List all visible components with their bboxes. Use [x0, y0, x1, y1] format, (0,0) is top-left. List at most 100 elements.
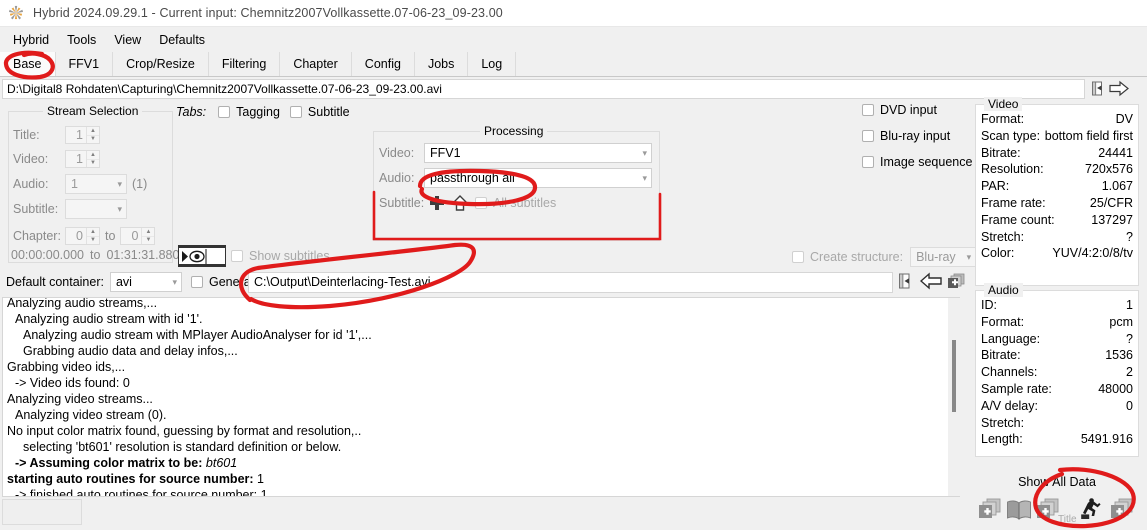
stream-selection-group: Stream Selection Title: 1 ▲ ▼ Video: 1 ▲ ▼… [8, 104, 179, 263]
subtitle-stream-label: Subtitle: [13, 202, 59, 216]
add-copy-icon-bottom[interactable] [978, 497, 1002, 521]
checkbox-bluray-input[interactable]: Blu-ray input [862, 129, 972, 143]
chapter-from-spinner[interactable]: 0 ▲ ▼ [65, 227, 100, 245]
processing-video-value: FFV1 [430, 146, 461, 160]
title-spinner[interactable]: 1 ▲ ▼ [65, 126, 100, 144]
tab-crop-resize[interactable]: Crop/Resize [113, 52, 209, 76]
menu-item-hybrid[interactable]: Hybrid [4, 30, 58, 50]
audio-id-key: ID: [981, 298, 997, 312]
chapter-to-spinner[interactable]: 0 ▲ ▼ [120, 227, 156, 245]
audio-stream-label: Audio: [13, 177, 49, 191]
audio-samplerate-key: Sample rate: [981, 381, 1052, 396]
log-scrollbar[interactable] [948, 298, 960, 496]
create-structure-row: Create structure: Blu-ray ▾ [792, 247, 977, 267]
checkbox-create-structure[interactable]: Create structure: [792, 250, 903, 264]
up-arrow-icon[interactable] [451, 194, 469, 212]
audio-language-value: ? [1126, 331, 1133, 346]
add-copy-icon[interactable] [947, 272, 966, 290]
open-folder-icon[interactable] [1090, 80, 1107, 97]
add-copy-icon-bottom-2[interactable] [1110, 497, 1134, 521]
worker-construction-icon[interactable] [1080, 497, 1106, 521]
input-path-field[interactable]: D:\Digital8 Rohdaten\Capturing\Chemnitz2… [2, 79, 1085, 99]
video-framecount-value: 137297 [1091, 212, 1133, 227]
title-spinner-arrows[interactable]: ▲ ▼ [86, 127, 99, 143]
log-scrollbar-thumb[interactable] [952, 340, 956, 412]
checkbox-show-subtitles[interactable]: Show subtitles [231, 249, 330, 263]
audio-length-key: Length: [981, 432, 1023, 447]
show-all-data-label[interactable]: Show All Data [975, 475, 1139, 489]
audio-info-row: Format: pcm [976, 314, 1138, 331]
video-stream-spinner[interactable]: 1 ▲ ▼ [65, 150, 100, 168]
tab-log[interactable]: Log [468, 52, 517, 76]
log-line-starting-auto: starting auto routines for source number… [7, 471, 955, 487]
video-stream-spinner-arrows[interactable]: ▲ ▼ [86, 151, 99, 167]
chapter-to-arrows[interactable]: ▲ ▼ [141, 228, 155, 244]
checkbox-all-subtitles[interactable]: All subtitles [475, 196, 556, 210]
tab-jobs[interactable]: Jobs [414, 52, 469, 76]
audio-info-row: ID: 1 [976, 297, 1138, 314]
create-structure-combo[interactable]: Blu-ray ▾ [910, 247, 977, 267]
tab-config[interactable]: Config [351, 52, 415, 76]
checkbox-image-sequence-box [862, 156, 874, 168]
subtitle-stream-combo[interactable]: ▾ [65, 199, 127, 219]
menu-item-tools[interactable]: Tools [58, 30, 105, 50]
title-label: Title: [13, 128, 40, 142]
plus-icon[interactable] [428, 194, 446, 212]
video-format-value: DV [1115, 112, 1133, 126]
video-stream-spinner-value: 1 [76, 152, 83, 166]
audio-length-value: 5491.916 [1080, 432, 1133, 447]
checkbox-dvd-input-label: DVD input [880, 103, 937, 117]
open-folder-icon-2[interactable] [897, 272, 915, 290]
checkbox-dvd-input-box [862, 104, 874, 116]
hybrid-pinwheel-icon [8, 5, 24, 21]
add-title-icon[interactable]: Title [1036, 497, 1077, 525]
tab-ffv1[interactable]: FFV1 [55, 52, 114, 76]
checkbox-tagging[interactable]: Tagging [218, 105, 280, 119]
audio-info-row: Stretch: [976, 415, 1138, 432]
checkbox-all-subtitles-box [475, 197, 487, 209]
tab-chapter[interactable]: Chapter [280, 52, 352, 76]
audio-info-row: Bitrate: 1536 [976, 347, 1138, 364]
right-arrow-icon[interactable] [1109, 80, 1129, 97]
subtitle-row: Subtitle: ▾ [13, 199, 127, 219]
processing-title: Processing [480, 124, 548, 138]
checkbox-bluray-input-box [862, 130, 874, 142]
chapter-from-arrows[interactable]: ▲ ▼ [86, 228, 99, 244]
video-row: Video: 1 ▲ ▼ [13, 150, 100, 168]
video-info-row: Bitrate: 24441 [976, 145, 1138, 162]
checkbox-subtitle-tab[interactable]: Subtitle [289, 105, 350, 119]
processing-video-row: Video: FFV1 ▾ [379, 143, 652, 163]
tab-filtering[interactable]: Filtering [208, 52, 281, 76]
tab-base[interactable]: Base [0, 52, 56, 76]
checkbox-tagging-label: Tagging [236, 105, 280, 119]
video-scantype-value: bottom field first [1044, 128, 1133, 143]
time-to: 01:31:31.880 [106, 248, 180, 262]
menu-item-view[interactable]: View [105, 30, 150, 50]
menu-item-defaults[interactable]: Defaults [150, 30, 214, 50]
processing-audio-combo[interactable]: passthrough all ▾ [424, 168, 652, 188]
chevron-down-icon-3: ▾ [642, 147, 647, 158]
optional-tabs-label: Tabs: [176, 105, 207, 119]
log-line: Analyzing audio stream with MPlayer Audi… [23, 328, 372, 342]
default-container-combo[interactable]: avi ▾ [109, 272, 182, 292]
checkbox-dvd-input[interactable]: DVD input [862, 103, 972, 117]
left-arrow-icon[interactable] [919, 272, 942, 290]
log-line: No input color matrix found, guessing by… [7, 424, 362, 438]
chapter-label: Chapter: [13, 229, 61, 243]
book-icon[interactable] [1006, 499, 1032, 521]
video-info-row: PAR: 1.067 [976, 178, 1138, 195]
audio-bitrate-key: Bitrate: [981, 348, 1021, 363]
film-preview-icon[interactable] [178, 245, 226, 267]
title-bar: Hybrid 2024.09.29.1 - Current input: Che… [0, 0, 1147, 27]
video-format-key: Format: [981, 112, 1025, 126]
checkbox-generate-box [190, 276, 203, 288]
processing-video-combo[interactable]: FFV1 ▾ [424, 143, 652, 163]
audio-info-row: A/V delay: 0 [976, 398, 1138, 415]
processing-audio-label: Audio: [379, 171, 415, 185]
checkbox-show-subtitles-box [231, 250, 243, 262]
menu-bar: Hybrid Tools View Defaults [0, 27, 1147, 52]
audio-stream-combo[interactable]: 1 ▾ [65, 174, 127, 194]
log-output-area[interactable]: Analyzing audio streams,... Analyzing au… [2, 297, 960, 497]
output-path-field[interactable]: C:\Output\Deinterlacing-Test.avi [248, 272, 893, 293]
checkbox-image-sequence[interactable]: Image sequence [862, 155, 972, 169]
